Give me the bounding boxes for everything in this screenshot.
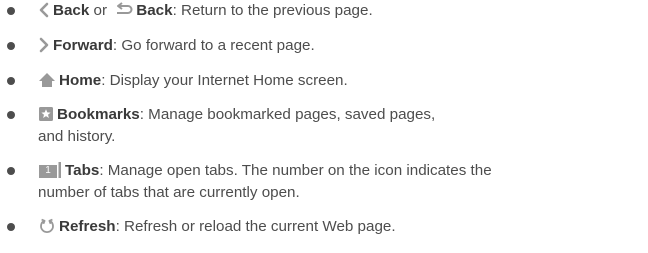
list-item-text: Bookmarks: Manage bookmarked pages, save… xyxy=(38,104,642,126)
term-bookmarks: Bookmarks xyxy=(57,106,140,123)
bullet xyxy=(7,223,15,231)
term-back: Back xyxy=(53,2,90,19)
desc-tabs-continued: number of tabs that are currently open. xyxy=(38,184,300,201)
list-item-text: 1 Tabs: Manage open tabs. The number on … xyxy=(38,160,642,182)
bullet xyxy=(7,111,15,119)
bullet xyxy=(7,7,15,15)
desc-forward: : Go forward to a recent page. xyxy=(112,37,315,54)
list-item-text: Forward: Go forward to a recent page. xyxy=(38,35,642,57)
desc-home: : Display your Internet Home screen. xyxy=(101,72,348,89)
tabs-icon: 1 xyxy=(38,162,62,178)
desc-refresh: : Refresh or reload the current Web page… xyxy=(115,218,396,235)
desc-bookmarks-continued: and history. xyxy=(38,128,116,145)
refresh-icon xyxy=(38,218,56,234)
bullet xyxy=(7,42,15,50)
chevron-right-icon xyxy=(38,37,50,53)
desc-tabs: : Manage open tabs. The number on the ic… xyxy=(99,162,492,179)
list-item-text: Refresh: Refresh or reload the current W… xyxy=(38,216,642,238)
tabs-count: 1 xyxy=(45,165,51,176)
desc-bookmarks: : Manage bookmarked pages, saved pages, xyxy=(139,106,436,123)
term-tabs: Tabs xyxy=(65,162,100,179)
term-back-alt: Back xyxy=(136,2,173,19)
home-icon xyxy=(38,72,56,88)
list-item-text: Home: Display your Internet Home screen. xyxy=(38,70,642,92)
bullet xyxy=(7,167,15,175)
list-item-text: Back or Back: Return to the previous pag… xyxy=(38,0,642,22)
chevron-left-icon xyxy=(38,2,50,18)
joiner-text: or xyxy=(89,2,112,19)
bookmark-star-icon xyxy=(38,106,54,122)
bullet xyxy=(7,77,15,85)
desc-back: : Return to the previous page. xyxy=(172,2,373,19)
term-refresh: Refresh xyxy=(59,218,116,235)
back-arrow-icon xyxy=(113,2,133,18)
help-bullet-list: Back or Back: Return to the previous pag… xyxy=(0,0,648,253)
term-home: Home xyxy=(59,72,102,89)
term-forward: Forward xyxy=(53,37,113,54)
